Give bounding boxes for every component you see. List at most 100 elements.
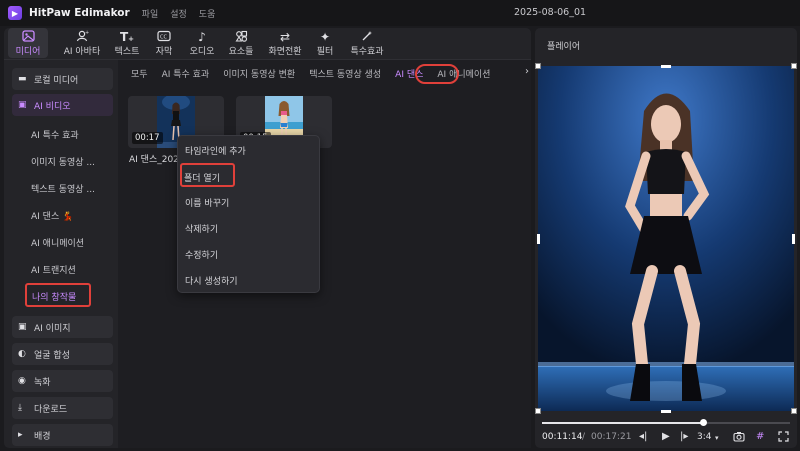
resize-handle-top-right[interactable] <box>791 63 797 69</box>
previous-frame-icon[interactable]: ◂| <box>639 431 647 442</box>
tool-audio[interactable]: ♪ 오디오 <box>186 28 218 58</box>
sidebar-face-swap-label: 얼굴 합성 <box>34 350 70 361</box>
audio-icon: ♪ <box>198 30 206 44</box>
folder-icon: ▬ <box>18 74 27 84</box>
tool-effects-label: 특수효과 <box>350 47 384 57</box>
video-preview[interactable] <box>538 66 794 411</box>
sidebar-sub-image-to-video[interactable]: 이미지 동영상 ... <box>31 155 95 168</box>
menu-help[interactable]: 도움 <box>199 7 216 20</box>
progress-fill <box>542 422 704 424</box>
media-duration: 00:17 <box>132 132 163 144</box>
highlight-oval-ai-dance <box>415 64 459 84</box>
tool-filter[interactable]: ✦ 필터 <box>312 28 338 58</box>
svg-text:+: + <box>85 30 89 36</box>
text-icon: T+ <box>119 30 135 44</box>
resize-handle-left[interactable] <box>537 234 540 244</box>
play-icon[interactable]: ▶ <box>662 431 670 442</box>
sidebar-item-download[interactable]: ⤓ 다운로드 <box>12 397 113 419</box>
sidebar-sub-ai-dance[interactable]: AI 댄스 💃 <box>31 209 73 222</box>
current-time: 00:11:14 <box>542 432 583 442</box>
sidebar-recording-label: 녹화 <box>34 377 51 388</box>
sidebar-sub-ai-effects[interactable]: AI 특수 효과 <box>31 128 79 141</box>
resize-handle-right[interactable] <box>792 234 795 244</box>
chevron-down-icon[interactable]: ▾ <box>715 434 719 442</box>
tool-audio-label: 오디오 <box>189 47 215 57</box>
playback-progress-bar[interactable] <box>542 419 790 426</box>
menu-settings[interactable]: 설정 <box>170 7 187 20</box>
transition-icon: ⇄ <box>279 30 291 44</box>
highlight-box-my-creations <box>25 283 91 307</box>
play-triangle-icon: ▸ <box>18 430 23 440</box>
tool-ai-avatar-label: AI 아바타 <box>63 47 101 57</box>
download-icon: ⤓ <box>18 403 22 413</box>
sidebar-item-local-media[interactable]: ▬ 로컬 미디어 <box>12 68 113 90</box>
tab-text-to-video[interactable]: 텍스트 동영상 생성 <box>309 67 381 80</box>
sidebar-sub-ai-transition[interactable]: AI 트랜지션 <box>31 263 76 276</box>
player-controls: 00:11:14 / 00:17:21 ◂| ▶ |▸ 3:4 ▾ # <box>535 430 797 446</box>
project-name: 2025-08-06_01 <box>514 7 587 18</box>
tool-text-label: 텍스트 <box>114 47 140 57</box>
player-title: 플레이어 <box>547 42 581 52</box>
context-menu-rename[interactable]: 이름 바꾸기 <box>185 196 229 209</box>
sidebar: ▬ 로컬 미디어 ▣ AI 비디오 AI 특수 효과 이미지 동영상 ... 텍… <box>4 60 118 448</box>
context-menu-regenerate[interactable]: 다시 생성하기 <box>185 274 238 287</box>
fullscreen-icon[interactable] <box>778 431 789 445</box>
subtitle-icon: CC <box>157 30 171 44</box>
tool-ai-avatar[interactable]: + AI 아바타 <box>60 28 104 58</box>
context-menu: 타임라인에 추가 폴더 열기 이름 바꾸기 삭제하기 수정하기 다시 생성하기 <box>177 135 320 293</box>
sidebar-item-background[interactable]: ▸ 배경 <box>12 424 113 446</box>
tab-image-to-video[interactable]: 이미지 동영상 변환 <box>223 67 295 80</box>
tab-ai-effects[interactable]: AI 특수 효과 <box>162 67 210 80</box>
time-separator: / <box>582 432 586 442</box>
resize-handle-bottom[interactable] <box>661 410 671 413</box>
record-icon: ◉ <box>18 376 26 386</box>
ai-video-icon: ▣ <box>18 100 27 110</box>
tool-media-label: 미디어 <box>15 47 41 57</box>
resize-handle-top[interactable] <box>661 65 671 68</box>
sidebar-local-media-label: 로컬 미디어 <box>34 75 79 86</box>
snapshot-icon[interactable] <box>733 431 745 445</box>
context-menu-edit[interactable]: 수정하기 <box>185 248 218 261</box>
sidebar-item-ai-image[interactable]: ▣ AI 이미지 <box>12 316 113 338</box>
sidebar-item-face-swap[interactable]: ◐ 얼굴 합성 <box>12 343 113 365</box>
tool-elements[interactable]: 요소들 <box>224 28 258 58</box>
total-time: 00:17:21 <box>591 432 632 442</box>
tool-media[interactable]: 미디어 <box>8 28 48 58</box>
tool-text[interactable]: T+ 텍스트 <box>110 28 144 58</box>
sidebar-download-label: 다운로드 <box>34 404 68 415</box>
resize-handle-bottom-left[interactable] <box>535 408 541 414</box>
highlight-box-open-folder <box>180 163 235 187</box>
tab-all[interactable]: 모두 <box>131 67 148 80</box>
next-frame-icon[interactable]: |▸ <box>680 431 688 442</box>
context-menu-add-to-timeline[interactable]: 타임라인에 추가 <box>185 144 246 157</box>
tool-transition-label: 화면전환 <box>268 47 302 57</box>
progress-knob[interactable] <box>700 419 708 426</box>
sidebar-item-ai-video[interactable]: ▣ AI 비디오 <box>12 94 113 116</box>
image-icon: ▣ <box>18 322 27 332</box>
context-menu-delete[interactable]: 삭제하기 <box>185 222 218 235</box>
category-tabs: 모두 AI 특수 효과 이미지 동영상 변환 텍스트 동영상 생성 AI 댄스 … <box>118 60 531 86</box>
title-bar: ▶ HitPaw Edimakor 파일 설정 도움 2025-08-06_01 <box>0 0 800 26</box>
tool-effects[interactable]: 특수효과 <box>346 28 388 58</box>
elements-icon <box>235 30 248 44</box>
media-icon <box>21 30 35 44</box>
sidebar-sub-ai-animation[interactable]: AI 애니메이션 <box>31 236 84 249</box>
sidebar-sub-text-to-video[interactable]: 텍스트 동영상 ... <box>31 182 95 195</box>
resize-handle-bottom-right[interactable] <box>791 408 797 414</box>
sidebar-ai-video-label: AI 비디오 <box>34 101 71 112</box>
avatar-icon: + <box>76 30 89 44</box>
grid-icon[interactable]: # <box>756 431 764 442</box>
resize-handle-top-left[interactable] <box>535 63 541 69</box>
sidebar-ai-image-label: AI 이미지 <box>34 323 71 334</box>
app-logo-icon: ▶ <box>8 6 22 20</box>
tabs-next-icon[interactable]: › <box>525 66 529 77</box>
face-swap-icon: ◐ <box>18 349 26 359</box>
main-toolbar: 미디어 + AI 아바타 T+ 텍스트 CC 자막 ♪ 오디오 요소들 ⇄ 화면… <box>4 28 531 58</box>
svg-text:CC: CC <box>160 35 167 41</box>
sidebar-item-recording[interactable]: ◉ 녹화 <box>12 370 113 392</box>
tool-subtitle[interactable]: CC 자막 <box>150 28 178 58</box>
menu-file[interactable]: 파일 <box>142 7 159 20</box>
app-title: HitPaw Edimakor <box>29 7 130 19</box>
aspect-ratio-select[interactable]: 3:4 <box>697 432 711 442</box>
tool-transition[interactable]: ⇄ 화면전환 <box>264 28 306 58</box>
